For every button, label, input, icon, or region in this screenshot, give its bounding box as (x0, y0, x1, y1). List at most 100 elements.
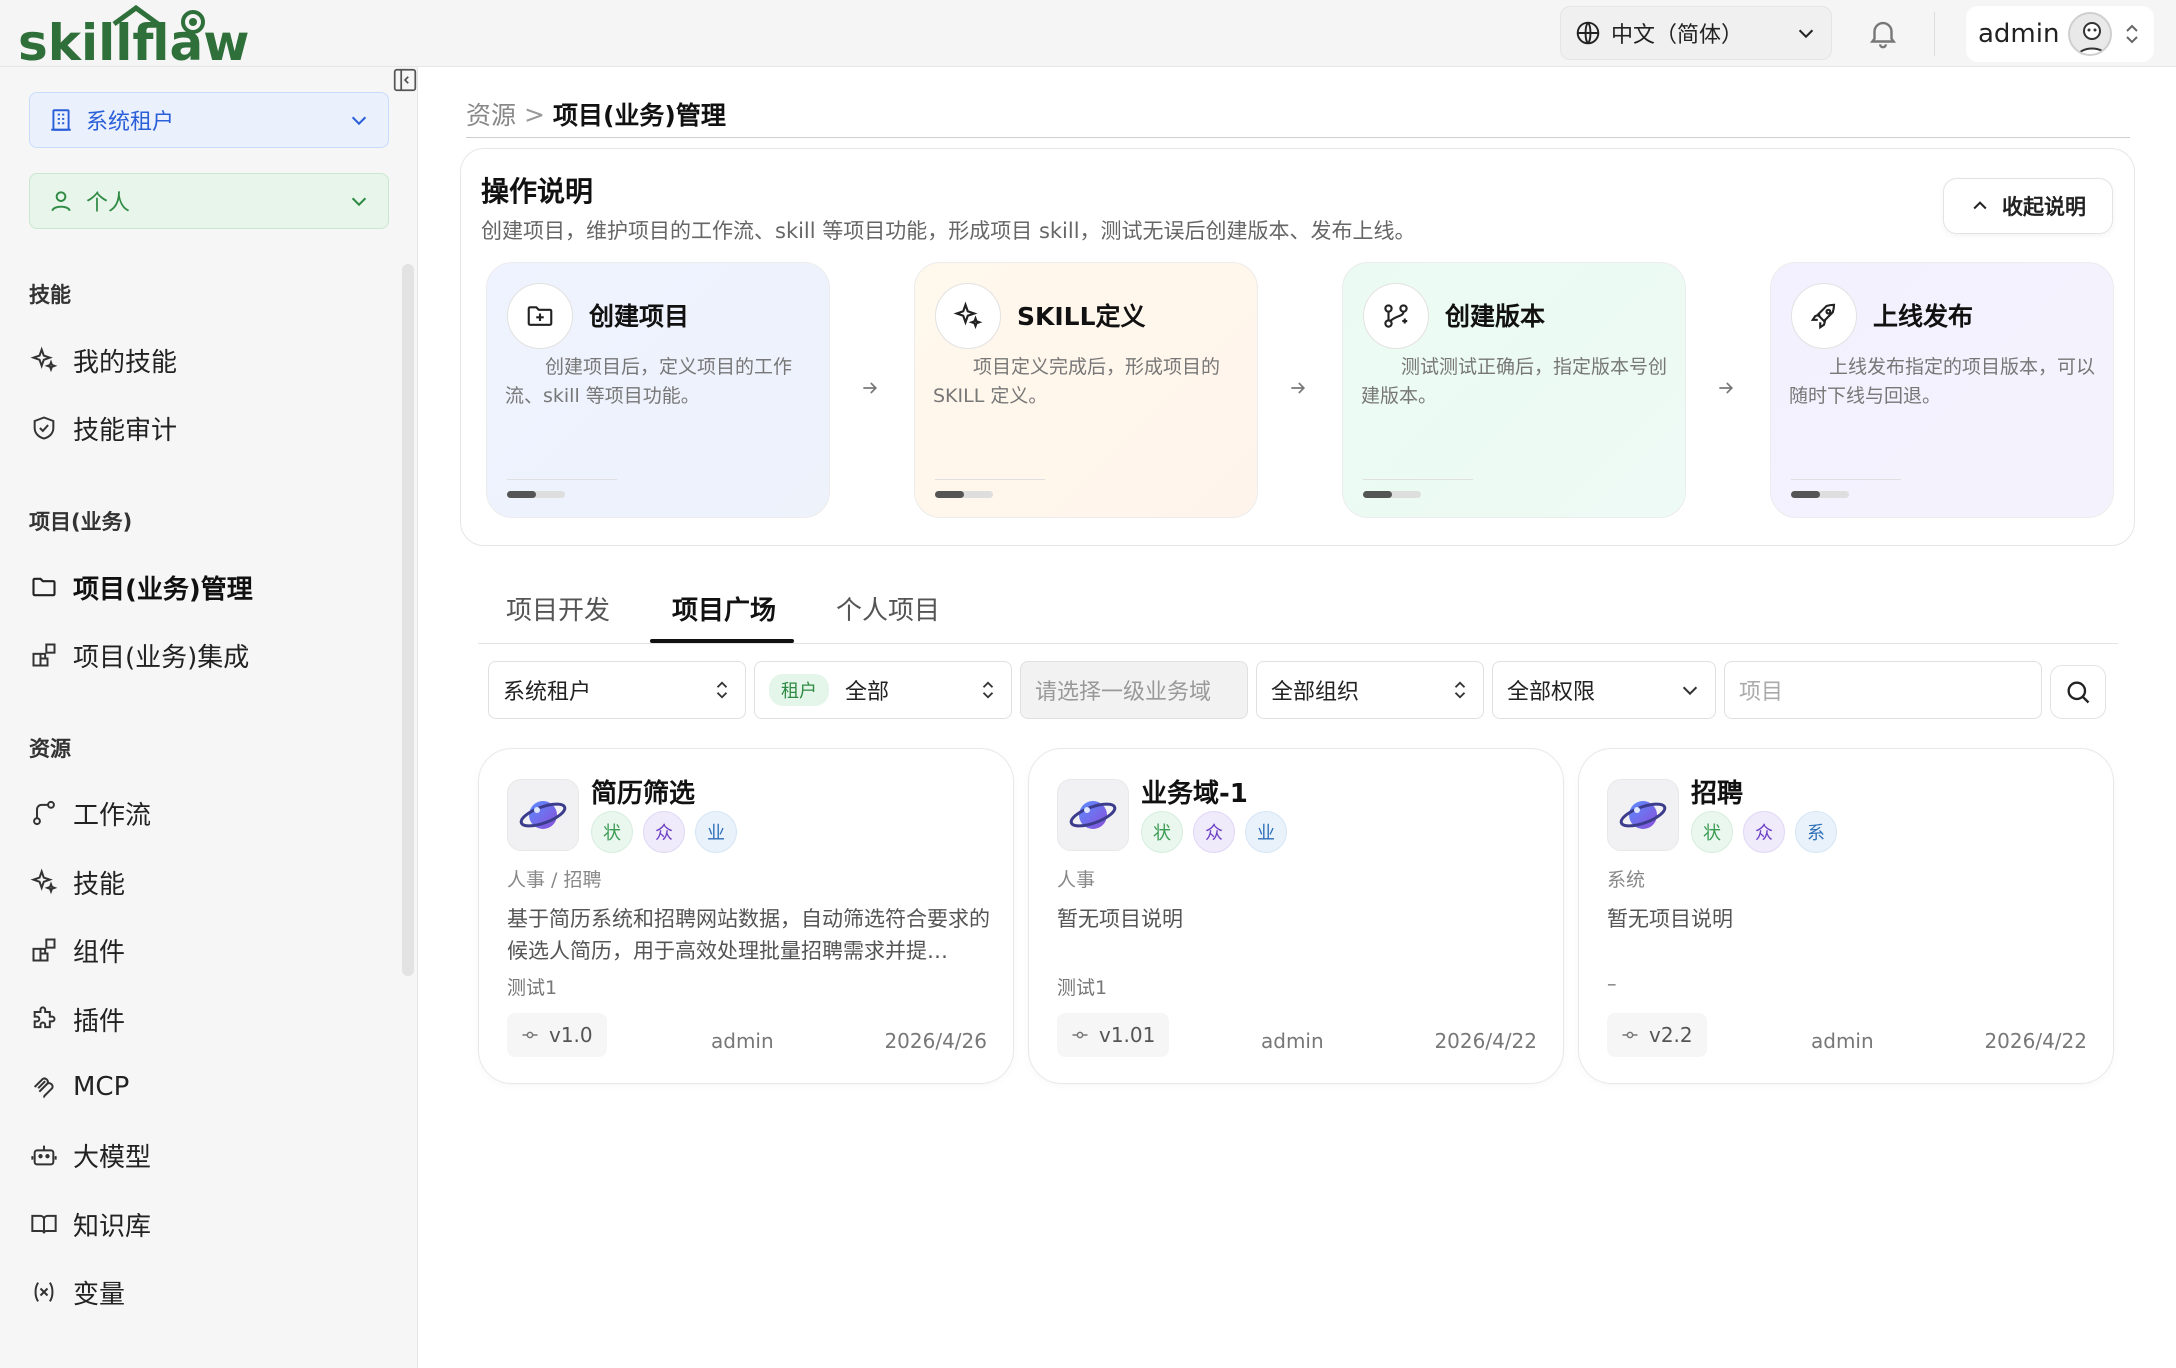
step-title: 创建版本 (1445, 302, 1546, 331)
filter-tenant-value: 系统租户 (503, 680, 592, 705)
step-description: 测试测试正确后，指定版本号创建版本。 (1361, 356, 1668, 407)
sidebar-item-label: 技能审计 (73, 415, 178, 446)
project-search-input[interactable]: 项目 (1724, 661, 2042, 719)
filter-org-select[interactable]: 全部组织 (1256, 661, 1484, 719)
sidebar-item-label: 组件 (73, 937, 126, 968)
project-date: 2026/4/22 (1984, 1029, 2087, 1053)
commit-icon (521, 1026, 539, 1044)
step-progress-fill (507, 491, 536, 498)
sidebar-item-label: 大模型 (73, 1142, 152, 1173)
chevron-down-icon (1795, 22, 1817, 44)
workflow-icon (29, 798, 59, 828)
step-title: 创建项目 (589, 302, 690, 331)
step-description: 上线发布指定的项目版本，可以随时下线与回退。 (1789, 356, 2096, 407)
filter-tenant-select[interactable]: 系统租户 (488, 661, 746, 719)
chevron-down-icon (348, 190, 370, 212)
step-divider (507, 479, 617, 480)
filter-tenant-scope-select[interactable]: 租户 全部 (754, 661, 1012, 719)
project-owner: admin (1261, 1029, 1324, 1053)
tab-personal-projects[interactable]: 个人项目 (836, 590, 940, 627)
filter-domain-select[interactable]: 请选择一级业务域 (1020, 661, 1248, 719)
sidebar-section-projects: 项目(业务) (29, 510, 133, 534)
guide-description: 创建项目，维护项目的工作流、skill 等项目功能，形成项目 skill，测试无… (481, 219, 1416, 243)
step-divider (935, 479, 1045, 480)
commit-icon (1071, 1026, 1089, 1044)
tenant-select[interactable]: 系统租户 (29, 92, 389, 148)
filter-permission-select[interactable]: 全部权限 (1492, 661, 1716, 719)
project-tags: 状 众 业 (1141, 811, 1297, 853)
filter-tenant-scope-value: 全部 (845, 680, 890, 705)
project-card[interactable]: 简历筛选 状 众 业 人事 / 招聘 基于简历系统和招聘网站数据，自动筛选符合要… (478, 748, 1014, 1084)
chevron-updown-icon (979, 678, 997, 702)
language-label: 中文（简体） (1611, 23, 1744, 48)
project-owner: admin (711, 1029, 774, 1053)
project-title: 业务域-1 (1141, 779, 1248, 809)
project-title: 简历筛选 (591, 779, 696, 809)
project-logo-icon (507, 779, 579, 851)
globe-icon (1575, 20, 1601, 46)
sparkle-icon (29, 345, 59, 375)
public-tag: 众 (1743, 811, 1785, 853)
blocks-icon (29, 640, 59, 670)
collapse-guide-button[interactable]: 收起说明 (1943, 178, 2113, 234)
chevron-down-icon (348, 109, 370, 131)
bell-icon[interactable] (1866, 16, 1900, 50)
project-version-badge: v1.01 (1057, 1013, 1170, 1057)
project-extra: 测试1 (1057, 977, 1108, 999)
project-description: 暂无项目说明 (1607, 907, 1733, 931)
chevron-updown-icon (1451, 678, 1469, 702)
filter-org-value: 全部组织 (1271, 680, 1360, 705)
breadcrumb-parent[interactable]: 资源 (466, 96, 516, 132)
sidebar-item-llm[interactable]: 大模型 (29, 1129, 389, 1181)
filter-permission-value: 全部权限 (1507, 680, 1596, 705)
sidebar-section-resources: 资源 (29, 737, 71, 761)
project-version: v2.2 (1649, 1023, 1693, 1047)
folder-plus-icon (507, 283, 573, 349)
sidebar-item-knowledge-base[interactable]: 知识库 (29, 1198, 389, 1250)
breadcrumb-separator: > (524, 99, 545, 129)
sidebar-scrollbar[interactable] (402, 264, 414, 976)
project-tags: 状 众 系 (1691, 811, 1847, 853)
rocket-icon (1791, 283, 1857, 349)
tab-project-plaza[interactable]: 项目广场 (672, 590, 776, 627)
scope-select[interactable]: 个人 (29, 173, 389, 229)
bot-icon (29, 1140, 59, 1170)
tabs-divider (478, 643, 2118, 644)
variable-icon (29, 1277, 59, 1307)
user-icon (48, 188, 74, 214)
sidebar-item-mcp[interactable]: MCP (29, 1061, 389, 1113)
sidebar-item-project-integration[interactable]: 项目(业务)集成 (29, 629, 389, 681)
building-icon (48, 107, 74, 133)
sidebar-item-plugins[interactable]: 插件 (29, 993, 389, 1045)
sidebar-collapse-icon[interactable] (392, 67, 418, 93)
sidebar-item-workflow[interactable]: 工作流 (29, 787, 389, 839)
step-divider (1791, 479, 1901, 480)
commit-icon (1621, 1026, 1639, 1044)
sidebar-item-label: 我的技能 (73, 347, 178, 378)
project-card[interactable]: 招聘 状 众 系 系统 暂无项目说明 – v2.2 admin 2026/4/2… (1578, 748, 2114, 1084)
chevron-up-icon (1970, 196, 1990, 216)
sidebar-item-my-skills[interactable]: 我的技能 (29, 334, 389, 386)
sidebar-item-skills[interactable]: 技能 (29, 856, 389, 908)
app-logo[interactable]: skillflaw (18, 4, 248, 64)
project-version-badge: v2.2 (1607, 1013, 1707, 1057)
project-card[interactable]: 业务域-1 状 众 业 人事 暂无项目说明 测试1 v1.01 admin 20… (1028, 748, 1564, 1084)
sidebar-item-components[interactable]: 组件 (29, 924, 389, 976)
project-description: 暂无项目说明 (1057, 907, 1183, 931)
project-date: 2026/4/22 (1434, 1029, 1537, 1053)
collapse-guide-label: 收起说明 (2002, 195, 2086, 219)
step-progress-fill (1791, 491, 1820, 498)
sidebar-item-skill-audit[interactable]: 技能审计 (29, 402, 389, 454)
language-select[interactable]: 中文（简体） (1560, 6, 1832, 60)
sidebar-item-variables[interactable]: 变量 (29, 1266, 389, 1318)
step-title: SKILL定义 (1017, 302, 1146, 331)
sidebar-item-project-management[interactable]: 项目(业务)管理 (29, 561, 389, 613)
logo-text: skillflaw (18, 14, 248, 64)
header-divider (1934, 12, 1935, 56)
guide-step-create-version: 创建版本 测试测试正确后，指定版本号创建版本。 (1342, 262, 1686, 518)
sparkle-icon (29, 867, 59, 897)
user-menu[interactable]: admin (1966, 6, 2154, 62)
tab-project-development[interactable]: 项目开发 (506, 590, 610, 627)
search-button[interactable] (2050, 665, 2106, 719)
sparkle-icon (935, 283, 1001, 349)
